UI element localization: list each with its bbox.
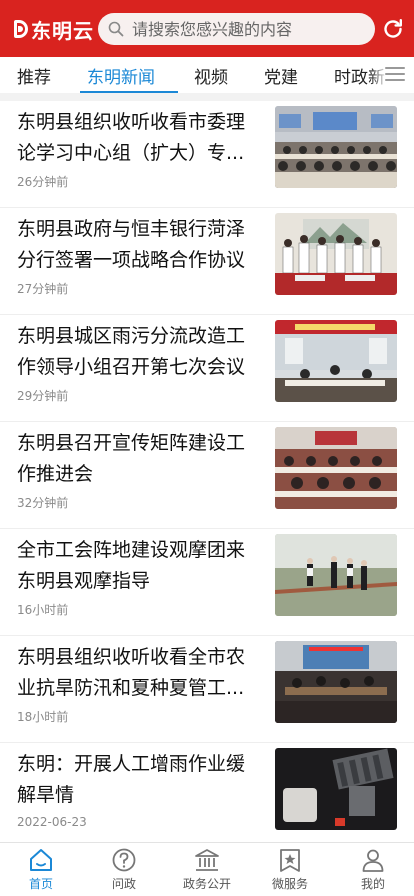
news-time: 16小时前 [17, 603, 69, 617]
nav-home-label: 首页 [28, 877, 53, 891]
news-list: 东明县组织收听收看市委理论学习中心组（扩大）专... 26分钟前 东明县政府与恒… [0, 101, 414, 850]
news-item[interactable]: 东明县召开宣传矩阵建设工作推进会 32分钟前 [0, 422, 414, 529]
question-icon [112, 848, 136, 872]
news-time: 26分钟前 [17, 175, 69, 189]
news-title: 东明县城区雨污分流改造工作领导小组召开第七次会议 [17, 325, 246, 378]
government-building-icon [195, 849, 219, 871]
tab-recommend[interactable]: 推荐 [17, 63, 51, 88]
outdoor-inspection-thumbnail [275, 534, 397, 616]
news-time: 29分钟前 [17, 389, 69, 403]
star-badge-icon [280, 849, 300, 872]
tab-dongming-news[interactable]: 东明新闻 [87, 63, 155, 88]
search-icon [108, 21, 124, 37]
search-bar[interactable] [98, 13, 375, 45]
nav-home[interactable]: 首页 [5, 847, 77, 892]
news-title: 全市工会阵地建设观摩团来东明县观摩指导 [17, 539, 246, 592]
app-logo[interactable]: 东明云 [14, 15, 94, 43]
nav-government-affairs-label: 政务公开 [182, 877, 231, 891]
news-time: 27分钟前 [17, 282, 69, 296]
logo-mark-icon [14, 20, 28, 38]
search-input[interactable] [132, 19, 372, 39]
news-time: 18小时前 [17, 710, 69, 724]
nav-inquiry[interactable]: 问政 [88, 847, 160, 892]
logo-text: 东明云 [31, 18, 94, 43]
tabs-divider [0, 93, 414, 101]
nav-government-affairs[interactable]: 政务公开 [171, 847, 243, 892]
nav-micro-service[interactable]: 微服务 [254, 847, 326, 892]
news-title: 东明县组织收听收看市委理论学习中心组（扩大）专... [17, 111, 246, 164]
tab-video[interactable]: 视频 [194, 63, 228, 88]
news-item[interactable]: 东明县组织收听收看全市农业抗旱防汛和夏种夏管工... 18小时前 [0, 636, 414, 743]
news-item[interactable]: 东明：开展人工增雨作业缓解旱情 2022-06-23 [0, 743, 414, 850]
app-header: 东明云 [0, 0, 414, 57]
menu-icon[interactable] [384, 64, 406, 84]
news-title: 东明县组织收听收看全市农业抗旱防汛和夏种夏管工... [17, 646, 246, 699]
news-title: 东明：开展人工增雨作业缓解旱情 [17, 753, 246, 806]
news-item[interactable]: 东明县组织收听收看市委理论学习中心组（扩大）专... 26分钟前 [0, 101, 414, 208]
conference-room-thumbnail [275, 427, 397, 509]
nav-mine[interactable]: 我的 [337, 847, 409, 892]
refresh-icon[interactable] [381, 17, 405, 41]
news-item[interactable]: 全市工会阵地建设观摩团来东明县观摩指导 16小时前 [0, 529, 414, 636]
news-item[interactable]: 东明县政府与恒丰银行菏泽分行签署一项战略合作协议 27分钟前 [0, 208, 414, 315]
user-icon [362, 849, 384, 872]
banner-meeting-thumbnail [275, 320, 397, 402]
news-title: 东明县政府与恒丰银行菏泽分行签署一项战略合作协议 [17, 218, 246, 271]
home-icon [30, 849, 52, 871]
news-item[interactable]: 东明县城区雨污分流改造工作领导小组召开第七次会议 29分钟前 [0, 315, 414, 422]
bottom-nav: 首页 问政 政务公开 微服务 我的 [0, 842, 414, 896]
meeting-hall-thumbnail [275, 106, 397, 188]
nav-mine-label: 我的 [360, 877, 385, 891]
category-tabs: 推荐 东明新闻 视频 党建 时政新 [0, 57, 414, 93]
tab-party-building[interactable]: 党建 [264, 63, 298, 88]
news-title: 东明县召开宣传矩阵建设工作推进会 [17, 432, 246, 485]
nav-micro-service-label: 微服务 [271, 877, 308, 891]
screen-meeting-thumbnail [275, 641, 397, 723]
signing-ceremony-thumbnail [275, 213, 397, 295]
news-time: 32分钟前 [17, 496, 69, 510]
rocket-launcher-thumbnail [275, 748, 397, 830]
nav-inquiry-label: 问政 [111, 877, 136, 891]
news-time: 2022-06-23 [17, 815, 87, 829]
